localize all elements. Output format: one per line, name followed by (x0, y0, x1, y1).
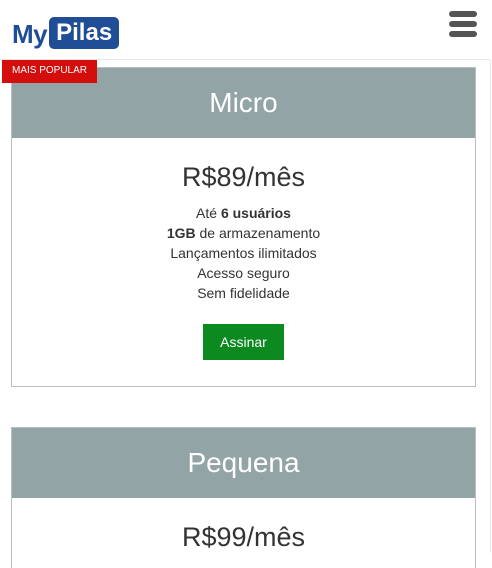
mypilas-logo[interactable]: My Pilas (12, 15, 120, 49)
feature-secure-access: Acesso seguro (197, 265, 290, 281)
feature-list: Até 6 usuários 1GB de armazenamento Lanç… (12, 203, 475, 303)
menu-bar (449, 21, 477, 27)
feature-entries: Lançamentos ilimitados (170, 245, 317, 261)
menu-bar (449, 31, 477, 37)
feature-users: Até 6 usuários (12, 203, 475, 223)
plan-name: Pequena (12, 428, 475, 498)
plan-body: R$99/mês (12, 522, 475, 552)
plan-body: R$89/mês Até 6 usuários 1GB de armazenam… (12, 162, 475, 360)
most-popular-badge: MAIS POPULAR (2, 60, 97, 83)
logo-text-pilas: Pilas (49, 17, 120, 49)
page-edge-rule (490, 60, 491, 553)
subscribe-button[interactable]: Assinar (203, 324, 284, 360)
plan-price: R$99/mês (181, 522, 306, 552)
plan-card-micro: Micro R$89/mês Até 6 usuários 1GB de arm… (11, 67, 476, 387)
hamburger-icon[interactable] (449, 11, 477, 37)
logo-text-my: My (12, 19, 48, 49)
feature-highlight: 1GB (166, 225, 196, 241)
feature-no-commitment: Sem fidelidade (197, 285, 290, 301)
site-header: My Pilas (0, 0, 490, 60)
feature-text: Até (196, 205, 221, 221)
plan-card-pequena: Pequena R$99/mês (11, 427, 476, 568)
menu-bar (449, 11, 477, 17)
feature-storage: 1GB de armazenamento (12, 223, 475, 243)
feature-highlight: 6 usuários (220, 205, 291, 221)
plan-price: R$89/mês (181, 162, 306, 192)
feature-text: de armazenamento (195, 225, 321, 241)
